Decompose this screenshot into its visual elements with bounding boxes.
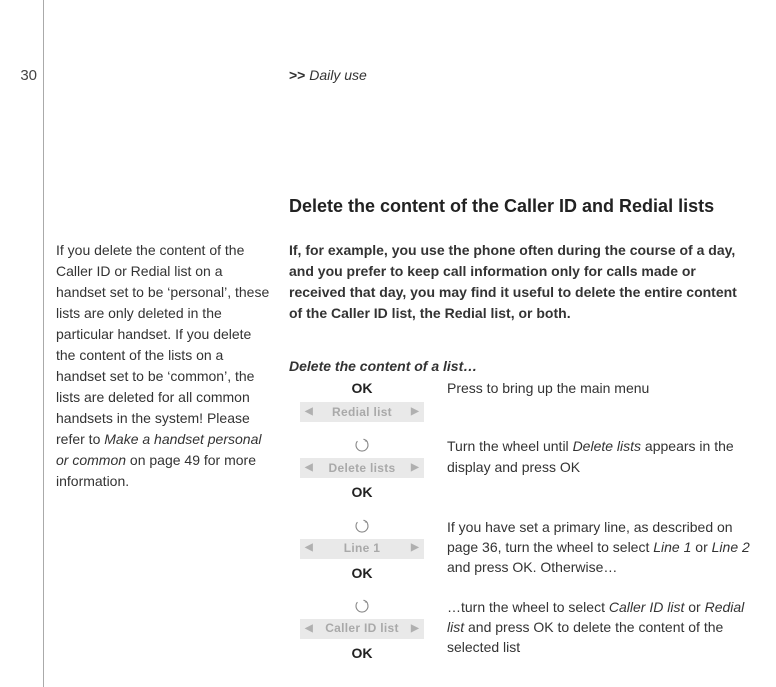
menu-pill[interactable]: ◀Caller ID list▶ (300, 619, 424, 639)
left-arrow-icon: ◀ (300, 541, 318, 556)
ok-button[interactable]: OK (352, 378, 373, 398)
ok-button[interactable]: OK (352, 643, 373, 663)
left-arrow-icon: ◀ (300, 461, 318, 476)
left-arrow-icon: ◀ (300, 405, 318, 420)
step-row: ◀Delete lists▶OKTurn the wheel until Del… (289, 436, 759, 502)
step-description: …turn the wheel to select Caller ID list… (435, 597, 759, 658)
menu-pill-label: Delete lists (318, 460, 406, 477)
running-head-chev: >> (289, 67, 305, 83)
step-desc-text: Press to bring up the main menu (447, 380, 649, 396)
wheel-icon (353, 597, 371, 615)
page-number: 30 (5, 65, 37, 87)
subheading: Delete the content of a list… (289, 356, 477, 376)
step-desc-em: Line 1 (653, 539, 691, 555)
step-buttons: OK ◀Redial list▶ (289, 378, 435, 422)
step-desc-text: or (684, 599, 704, 615)
step-description: Turn the wheel until Delete lists appear… (435, 436, 759, 477)
step-desc-text: and press OK. Otherwise… (447, 559, 617, 575)
wheel-icon (353, 517, 371, 535)
gutter-rule (43, 0, 44, 687)
section-heading: Delete the content of the Caller ID and … (289, 193, 714, 219)
side-note: If you delete the content of the Caller … (56, 240, 274, 492)
step-buttons: ◀Line 1▶ OK (289, 517, 435, 583)
left-arrow-icon: ◀ (300, 622, 318, 637)
page: 30 >> Daily use Delete the content of th… (0, 0, 776, 687)
step-desc-em: Line 2 (712, 539, 750, 555)
menu-pill[interactable]: ◀Delete lists▶ (300, 458, 424, 478)
right-arrow-icon: ▶ (406, 541, 424, 556)
right-arrow-icon: ▶ (406, 405, 424, 420)
running-head-title: Daily use (309, 67, 367, 83)
step-buttons: ◀Caller ID list▶ OK (289, 597, 435, 663)
menu-pill-label: Caller ID list (318, 620, 406, 637)
step-desc-text: and press OK to delete the content of th… (447, 619, 723, 655)
step-row: ◀Line 1▶OKIf you have set a primary line… (289, 517, 759, 583)
step-description: Press to bring up the main menu (435, 378, 759, 398)
step-row: ◀Caller ID list▶OK…turn the wheel to sel… (289, 597, 759, 663)
menu-pill[interactable]: ◀Line 1▶ (300, 539, 424, 559)
step-desc-em: Caller ID list (609, 599, 684, 615)
running-head: >> Daily use (289, 65, 367, 85)
step-description: If you have set a primary line, as descr… (435, 517, 759, 578)
step-desc-text: Turn the wheel until (447, 438, 573, 454)
right-arrow-icon: ▶ (406, 461, 424, 476)
step-desc-text: …turn the wheel to select (447, 599, 609, 615)
step-desc-text: or (691, 539, 711, 555)
steps-list: OK◀Redial list▶Press to bring up the mai… (289, 378, 759, 677)
menu-pill-label: Line 1 (318, 540, 406, 557)
intro-paragraph: If, for example, you use the phone often… (289, 240, 749, 324)
menu-pill-label: Redial list (318, 404, 406, 421)
side-note-part1: If you delete the content of the Caller … (56, 242, 269, 447)
ok-button[interactable]: OK (352, 563, 373, 583)
step-desc-em: Delete lists (573, 438, 641, 454)
step-row: OK ◀Redial list▶ Press to bring up the mai… (289, 378, 759, 422)
step-buttons: ◀Delete lists▶ OK (289, 436, 435, 502)
menu-pill[interactable]: ◀Redial list▶ (300, 402, 424, 422)
wheel-icon (353, 436, 371, 454)
right-arrow-icon: ▶ (406, 622, 424, 637)
ok-button[interactable]: OK (352, 482, 373, 502)
